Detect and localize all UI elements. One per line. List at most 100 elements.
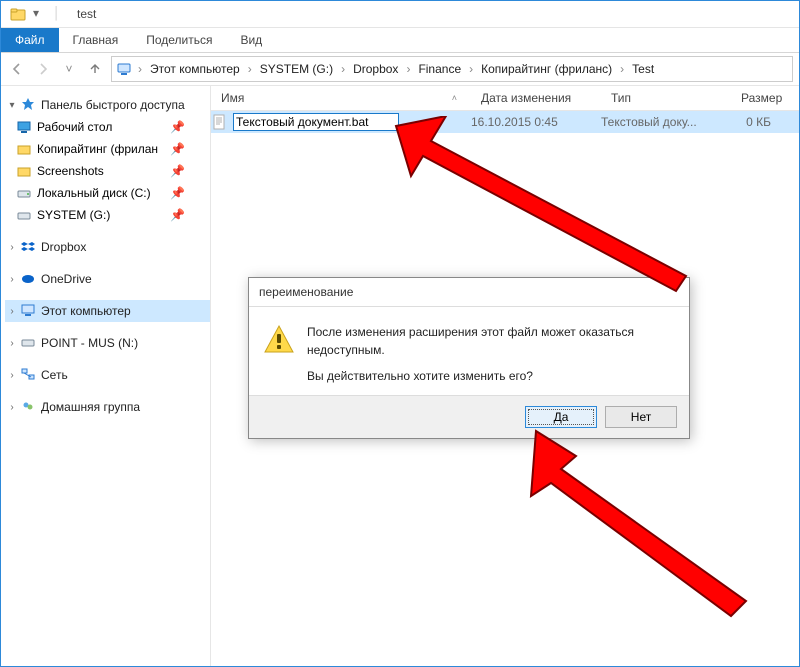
nav-forward-button[interactable] <box>33 59 53 79</box>
expand-icon[interactable]: › <box>7 338 17 349</box>
sidebar-this-pc[interactable]: › Этот компьютер <box>5 300 210 322</box>
sidebar-item-label: Screenshots <box>37 164 104 178</box>
chevron-right-icon[interactable]: › <box>339 62 347 76</box>
file-row[interactable]: 16.10.2015 0:45 Текстовый доку... 0 КБ <box>211 111 799 133</box>
chevron-right-icon[interactable]: › <box>467 62 475 76</box>
sidebar-item-label: Рабочий стол <box>37 120 112 134</box>
column-label: Дата изменения <box>481 91 571 105</box>
address-bar: ˅ › Этот компьютер › SYSTEM (G:) › Dropb… <box>1 53 799 86</box>
folder-icon <box>17 164 31 178</box>
file-size: 0 КБ <box>731 115 799 129</box>
star-icon <box>21 97 37 113</box>
dropbox-icon <box>21 239 37 255</box>
drive-icon <box>17 186 31 200</box>
sidebar-item-screenshots[interactable]: Screenshots 📌 <box>5 160 210 182</box>
warning-icon <box>263 323 295 355</box>
column-label: Размер <box>741 91 782 105</box>
qat-separator-icon: │ <box>53 6 69 22</box>
sidebar-item-label: SYSTEM (G:) <box>37 208 110 222</box>
column-date[interactable]: Дата изменения <box>471 91 601 105</box>
drive-icon <box>17 208 31 222</box>
expand-icon[interactable]: › <box>7 274 17 285</box>
sidebar-item-label: Сеть <box>41 368 68 382</box>
sidebar-item-label: Dropbox <box>41 240 86 254</box>
yes-button[interactable]: Да <box>525 406 597 428</box>
chevron-right-icon[interactable]: › <box>404 62 412 76</box>
dialog-title: переименование <box>249 278 689 307</box>
chevron-right-icon[interactable]: › <box>618 62 626 76</box>
expand-icon[interactable]: › <box>7 402 17 413</box>
sidebar-item-label: Панель быстрого доступа <box>41 98 185 112</box>
pin-icon: 📌 <box>170 164 185 178</box>
tab-home[interactable]: Главная <box>59 28 133 52</box>
pin-icon: 📌 <box>170 120 185 134</box>
sidebar-item-copywriting[interactable]: Копирайтинг (фрилан 📌 <box>5 138 210 160</box>
tab-file[interactable]: Файл <box>1 28 59 52</box>
qat-overflow-icon[interactable]: ▾ <box>33 6 49 22</box>
sidebar-item-label: Этот компьютер <box>41 304 131 318</box>
sidebar-item-label: Копирайтинг (фрилан <box>37 142 158 156</box>
rename-dialog: переименование После изменения расширени… <box>248 277 690 439</box>
network-icon <box>21 367 37 383</box>
expand-icon[interactable]: › <box>7 370 17 381</box>
no-button[interactable]: Нет <box>605 406 677 428</box>
column-label: Имя <box>221 91 244 105</box>
titlebar: ▾ │ test <box>1 1 799 28</box>
chevron-right-icon[interactable]: › <box>246 62 254 76</box>
sidebar-item-desktop[interactable]: Рабочий стол 📌 <box>5 116 210 138</box>
file-type: Текстовый доку... <box>601 115 731 129</box>
navigation-pane: ▾ Панель быстрого доступа Рабочий стол 📌… <box>1 86 211 666</box>
drive-icon <box>21 335 37 351</box>
tab-share[interactable]: Поделиться <box>132 28 226 52</box>
crumb-dropbox[interactable]: Dropbox <box>349 62 402 76</box>
sidebar-dropbox[interactable]: › Dropbox <box>5 236 210 258</box>
window-title: test <box>77 7 96 21</box>
sidebar-item-label: Локальный диск (C:) <box>37 186 151 200</box>
sidebar-item-label: OneDrive <box>41 272 92 286</box>
collapse-icon[interactable]: ▾ <box>7 100 17 111</box>
sort-asc-icon: ˄ <box>452 93 457 103</box>
sidebar-network[interactable]: › Сеть <box>5 364 210 386</box>
nav-up-button[interactable] <box>85 59 105 79</box>
folder-icon <box>7 3 29 25</box>
sidebar-item-label: POINT - MUS (N:) <box>41 336 138 350</box>
crumb-system-g[interactable]: SYSTEM (G:) <box>256 62 337 76</box>
expand-icon[interactable]: › <box>7 306 17 317</box>
file-date: 16.10.2015 0:45 <box>471 115 601 129</box>
column-type[interactable]: Тип <box>601 91 731 105</box>
folder-icon <box>17 142 31 156</box>
quick-access-toolbar: ▾ │ <box>7 3 69 25</box>
column-label: Тип <box>611 91 631 105</box>
explorer-window: ▾ │ test Файл Главная Поделиться Вид ˅ ›… <box>0 0 800 667</box>
crumb-this-pc[interactable]: Этот компьютер <box>146 62 244 76</box>
ribbon-tabs: Файл Главная Поделиться Вид <box>1 28 799 53</box>
crumb-finance[interactable]: Finance <box>414 62 465 76</box>
sidebar-item-local-c[interactable]: Локальный диск (C:) 📌 <box>5 182 210 204</box>
text-file-icon <box>211 114 227 130</box>
sidebar-item-label: Домашняя группа <box>41 400 140 414</box>
pin-icon: 📌 <box>170 186 185 200</box>
sidebar-onedrive[interactable]: › OneDrive <box>5 268 210 290</box>
expand-icon[interactable]: › <box>7 242 17 253</box>
dialog-buttons: Да Нет <box>249 395 689 438</box>
tab-view[interactable]: Вид <box>226 28 276 52</box>
homegroup-icon <box>21 399 37 415</box>
chevron-right-icon[interactable]: › <box>136 62 144 76</box>
nav-back-button[interactable] <box>7 59 27 79</box>
pin-icon: 📌 <box>170 208 185 222</box>
dialog-line2: Вы действительно хотите изменить его? <box>307 367 675 385</box>
sidebar-point-mus[interactable]: › POINT - MUS (N:) <box>5 332 210 354</box>
nav-recent-button[interactable]: ˅ <box>59 59 79 79</box>
sidebar-homegroup[interactable]: › Домашняя группа <box>5 396 210 418</box>
crumb-test[interactable]: Test <box>628 62 658 76</box>
breadcrumb[interactable]: › Этот компьютер › SYSTEM (G:) › Dropbox… <box>111 56 793 82</box>
pin-icon: 📌 <box>170 142 185 156</box>
rename-input[interactable] <box>233 113 399 131</box>
pc-icon <box>21 303 37 319</box>
sidebar-item-system-g[interactable]: SYSTEM (G:) 📌 <box>5 204 210 226</box>
column-name[interactable]: Имя ˄ <box>211 91 471 105</box>
crumb-copywriting[interactable]: Копирайтинг (фриланс) <box>477 62 616 76</box>
sidebar-quick-access[interactable]: ▾ Панель быстрого доступа <box>5 94 210 116</box>
pc-icon <box>116 61 132 77</box>
column-size[interactable]: Размер <box>731 91 799 105</box>
